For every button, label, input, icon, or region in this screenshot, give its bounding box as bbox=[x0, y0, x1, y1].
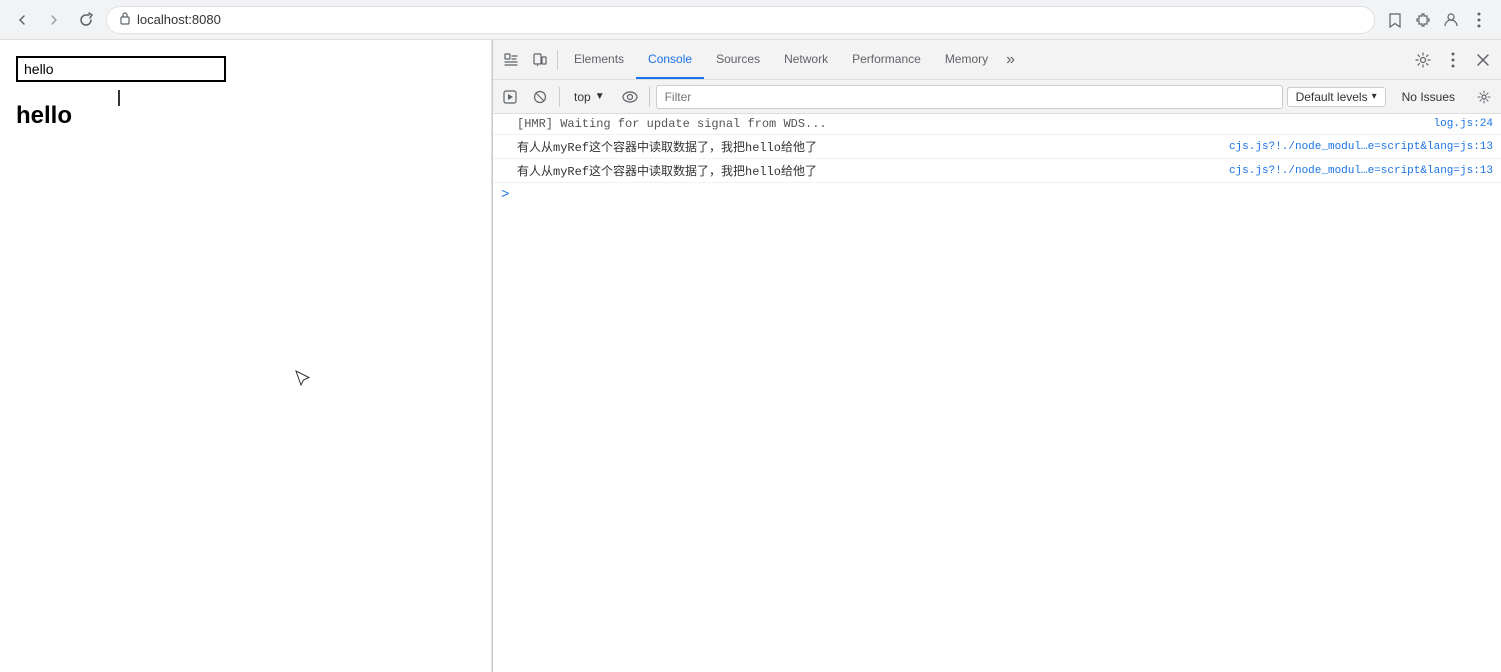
console-row: 有人从myRef这个容器中读取数据了，我把hello给他了 cjs.js?!./… bbox=[493, 159, 1501, 183]
console-toolbar: top ▼ Default levels ▾ No Issues bbox=[493, 80, 1501, 114]
tab-network[interactable]: Network bbox=[772, 40, 840, 79]
toolbar-divider-2 bbox=[649, 87, 650, 107]
toolbar-divider bbox=[559, 87, 560, 107]
console-row: [HMR] Waiting for update signal from WDS… bbox=[493, 114, 1501, 135]
tab-performance[interactable]: Performance bbox=[840, 40, 933, 79]
refresh-button[interactable] bbox=[74, 8, 98, 32]
no-issues-button[interactable]: No Issues bbox=[1390, 88, 1467, 106]
console-row-text: 有人从myRef这个容器中读取数据了，我把hello给他了 bbox=[517, 138, 1221, 155]
console-output: [HMR] Waiting for update signal from WDS… bbox=[493, 114, 1501, 672]
execute-button[interactable] bbox=[497, 84, 523, 110]
console-row-text: [HMR] Waiting for update signal from WDS… bbox=[517, 117, 1426, 131]
console-row-text: 有人从myRef这个容器中读取数据了，我把hello给他了 bbox=[517, 162, 1221, 179]
devtools-topbar: Elements Console Sources Network Perform… bbox=[493, 40, 1501, 80]
devtools-close-button[interactable] bbox=[1469, 46, 1497, 74]
tab-console[interactable]: Console bbox=[636, 40, 704, 79]
console-prompt: > bbox=[493, 183, 1501, 207]
devtools-settings-button[interactable] bbox=[1409, 46, 1437, 74]
bookmark-button[interactable] bbox=[1383, 8, 1407, 32]
devtools-tabs: Elements Console Sources Network Perform… bbox=[562, 40, 1409, 79]
main-area: hello bbox=[0, 40, 1501, 672]
lock-icon bbox=[119, 11, 131, 28]
console-row-link[interactable]: log.js:24 bbox=[1434, 118, 1493, 130]
eye-button[interactable] bbox=[617, 84, 643, 110]
default-levels-dropdown[interactable]: Default levels ▾ bbox=[1287, 87, 1386, 107]
page-content: hello bbox=[0, 40, 492, 672]
tab-sources[interactable]: Sources bbox=[704, 40, 772, 79]
more-menu-button[interactable] bbox=[1467, 8, 1491, 32]
text-cursor bbox=[118, 90, 120, 106]
device-toggle-button[interactable] bbox=[525, 46, 553, 74]
dropdown-arrow-icon: ▼ bbox=[595, 91, 605, 102]
tab-elements[interactable]: Elements bbox=[562, 40, 636, 79]
url-text: localhost:8080 bbox=[137, 12, 221, 27]
hello-display: hello bbox=[16, 102, 475, 130]
back-button[interactable] bbox=[10, 8, 34, 32]
tab-divider bbox=[557, 50, 558, 70]
console-row-link[interactable]: cjs.js?!./node_modul…e=script&lang=js:13 bbox=[1229, 141, 1493, 153]
console-input[interactable] bbox=[515, 188, 1493, 202]
block-button[interactable] bbox=[527, 84, 553, 110]
console-row: 有人从myRef这个容器中读取数据了，我把hello给他了 cjs.js?!./… bbox=[493, 135, 1501, 159]
address-bar[interactable]: localhost:8080 bbox=[106, 6, 1375, 34]
cursor-indicator bbox=[295, 370, 311, 395]
console-settings-button[interactable] bbox=[1471, 84, 1497, 110]
extensions-button[interactable] bbox=[1411, 8, 1435, 32]
browser-actions bbox=[1383, 8, 1491, 32]
filter-input[interactable] bbox=[656, 85, 1283, 109]
console-row-link[interactable]: cjs.js?!./node_modul…e=script&lang=js:13 bbox=[1229, 165, 1493, 177]
profile-button[interactable] bbox=[1439, 8, 1463, 32]
tab-overflow-button[interactable]: » bbox=[1000, 40, 1021, 79]
browser-chrome: localhost:8080 bbox=[0, 0, 1501, 40]
forward-button[interactable] bbox=[42, 8, 66, 32]
levels-arrow-icon: ▾ bbox=[1372, 91, 1377, 102]
devtools-more-button[interactable] bbox=[1439, 46, 1467, 74]
prompt-arrow-icon: > bbox=[501, 187, 509, 203]
inspect-element-button[interactable] bbox=[497, 46, 525, 74]
context-dropdown[interactable]: top ▼ bbox=[566, 88, 613, 106]
tab-memory[interactable]: Memory bbox=[933, 40, 1000, 79]
devtools-panel: Elements Console Sources Network Perform… bbox=[492, 40, 1501, 672]
devtools-topbar-actions bbox=[1409, 46, 1497, 74]
hello-input[interactable] bbox=[16, 56, 226, 82]
